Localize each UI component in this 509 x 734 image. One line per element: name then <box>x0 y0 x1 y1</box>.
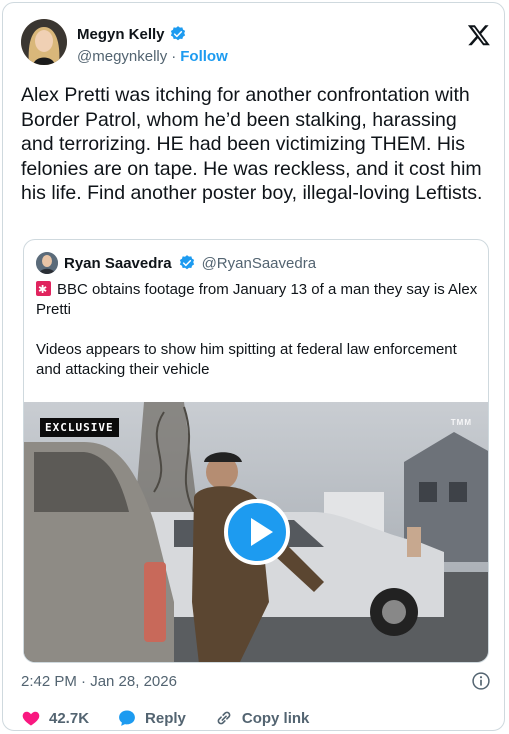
reply-label: Reply <box>145 709 186 727</box>
follow-link[interactable]: Follow <box>180 48 228 65</box>
quoted-author-handle: @RyanSaavedra <box>201 254 317 272</box>
author-name[interactable]: Megyn Kelly <box>77 26 165 43</box>
quoted-paragraph-gap <box>36 320 481 340</box>
author-avatar[interactable] <box>21 19 67 65</box>
reply-bubble-icon <box>119 710 135 726</box>
heart-icon <box>22 711 40 726</box>
play-button[interactable] <box>224 499 290 565</box>
quoted-header: Ryan Saavedra @RyanSaavedra <box>36 252 316 274</box>
tweet-card: Megyn Kelly @megynkelly · Follow Alex Pr… <box>2 2 505 731</box>
quoted-avatar <box>36 252 58 274</box>
quoted-text: BBC obtains footage from January 13 of a… <box>36 280 481 380</box>
tweet-text: Alex Pretti was itching for another conf… <box>21 84 483 204</box>
quoted-verified-badge-icon <box>179 255 194 270</box>
video-player[interactable]: EXCLUSIVE TMM <box>24 402 488 662</box>
author-handle[interactable]: @megynkelly <box>77 48 167 65</box>
reply-button[interactable]: Reply <box>117 708 186 728</box>
like-button[interactable]: 42.7K <box>21 708 89 728</box>
copy-link-label: Copy link <box>241 709 310 727</box>
like-count: 42.7K <box>49 709 90 727</box>
action-bar: 42.7K Reply Copy link <box>21 705 491 731</box>
info-icon[interactable] <box>471 671 491 691</box>
link-icon <box>217 711 231 725</box>
author-handle-row: @megynkelly · Follow <box>77 48 228 65</box>
author-name-row: Megyn Kelly <box>77 25 187 43</box>
verified-badge-icon <box>170 26 185 41</box>
timestamp-row: 2:42 PM · Jan 28, 2026 <box>21 671 491 693</box>
x-logo-icon[interactable] <box>467 23 491 47</box>
quoted-line-2: Videos appears to show him spitting at f… <box>36 341 457 378</box>
separator-dot: · <box>171 48 177 65</box>
quoted-tweet[interactable]: Ryan Saavedra @RyanSaavedra BBC obtains … <box>23 239 489 663</box>
timestamp[interactable]: 2:42 PM · Jan 28, 2026 <box>21 673 177 690</box>
exclusive-badge: EXCLUSIVE <box>40 418 119 437</box>
siren-emoji-icon <box>36 280 51 300</box>
quoted-line-1: BBC obtains footage from January 13 of a… <box>36 280 481 320</box>
quoted-author-name: Ryan Saavedra <box>64 254 172 272</box>
quoted-line-1-text: BBC obtains footage from January 13 of a… <box>36 281 478 318</box>
tweet-header: Megyn Kelly @megynkelly · Follow <box>21 17 491 73</box>
copy-link-button[interactable]: Copy link <box>214 708 310 728</box>
watermark: TMM <box>450 418 472 427</box>
